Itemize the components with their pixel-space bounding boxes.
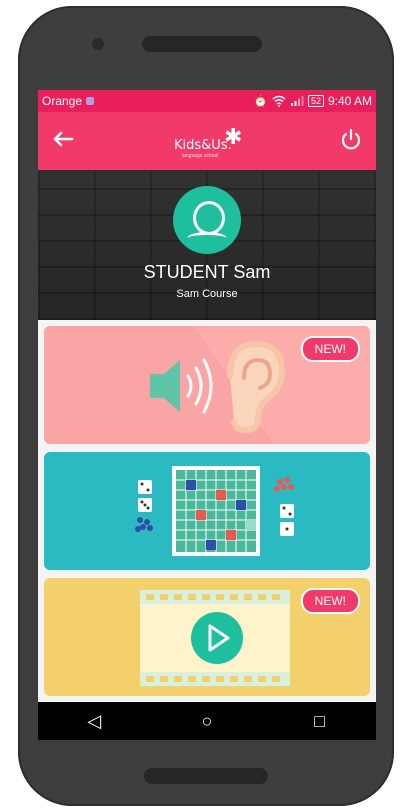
activity-list: NEW! NEW! [38,320,376,702]
avatar-face-icon [193,201,225,235]
app-bar: Kids&Us. language school ✱ [38,112,376,170]
system-nav-bar: ◁ ○ □ [38,702,376,740]
logo-subtext: language school [182,153,219,159]
status-bar: Orange ⏰ 52 9:40 AM [38,90,376,112]
notification-icon [86,97,95,105]
course-name: Sam Course [176,288,238,300]
camera [92,38,104,50]
power-icon[interactable] [336,124,366,154]
nav-home-icon[interactable]: ○ [187,702,227,740]
nav-recent-icon[interactable]: □ [300,702,340,740]
arrow-left-icon[interactable] [48,124,78,154]
phone-frame: Orange ⏰ 52 9:40 AM Kids&Us. language sc… [18,6,394,806]
signal-icon [290,95,304,107]
nav-back-icon[interactable]: ◁ [74,702,114,740]
avatar-body-icon [187,232,227,245]
kids-us-logo: Kids&Us. language school ✱ [164,124,254,160]
board-game-illustration [135,466,294,556]
wifi-icon [272,95,286,107]
battery-indicator: 52 [307,95,324,107]
student-name: STUDENT Sam [143,262,271,282]
video-activity-card[interactable]: NEW! [44,578,370,696]
board-game-activity-card[interactable] [44,452,370,570]
speaker-top [142,36,262,52]
status-icons: ⏰ 52 9:40 AM [253,94,372,108]
screen: Orange ⏰ 52 9:40 AM Kids&Us. language sc… [38,90,376,740]
listening-activity-card[interactable]: NEW! [44,326,370,444]
avatar[interactable] [173,186,241,254]
carrier-label: Orange [42,94,83,108]
profile-header: STUDENT Sam Sam Course [38,170,376,320]
new-badge: NEW! [300,336,360,362]
new-badge: NEW! [300,588,360,614]
alarm-icon: ⏰ [253,94,268,108]
status-time: 9:40 AM [327,94,372,108]
speaker-bottom [144,768,268,784]
asterisk-icon: ✱ [224,124,243,149]
